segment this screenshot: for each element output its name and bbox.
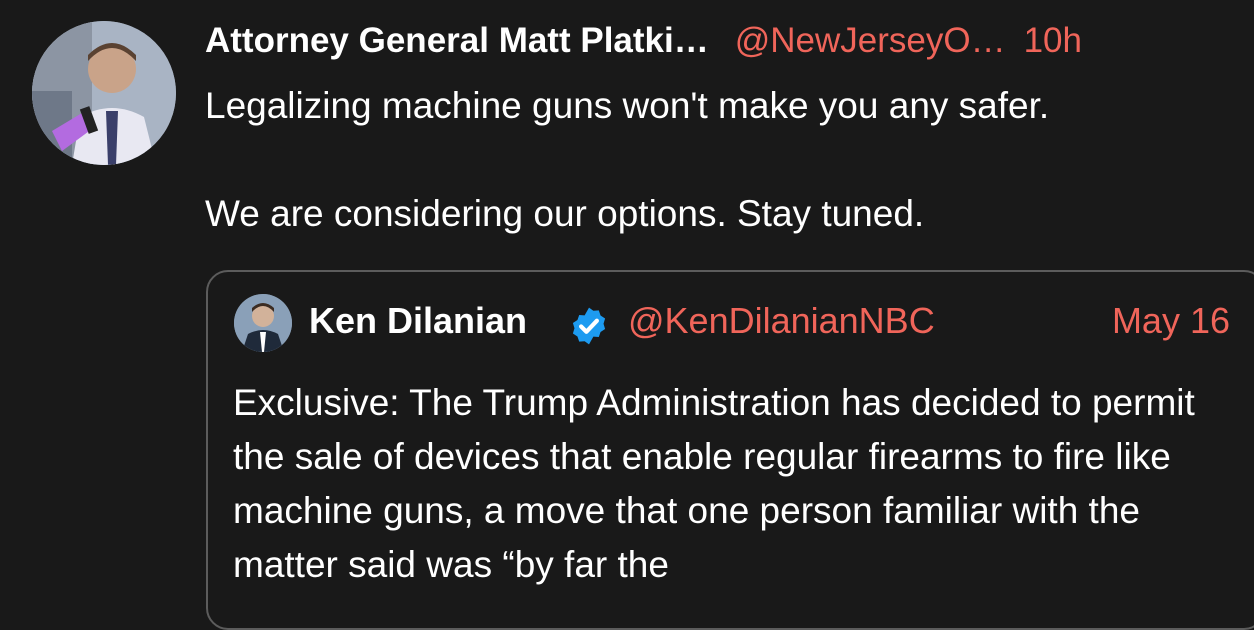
author-name[interactable]: Attorney General Matt Platki… (205, 21, 709, 60)
quoted-tweet-date[interactable]: May 16 (1112, 298, 1230, 344)
verified-badge-icon (572, 307, 606, 345)
tweet-header: Attorney General Matt Platki… @NewJerseyO… (205, 18, 1254, 64)
quoted-author-avatar-image (234, 294, 292, 352)
tweet-text: Legalizing machine guns won't make you a… (205, 84, 1245, 236)
quoted-tweet-text: Exclusive: The Trump Administration has … (233, 382, 1195, 585)
quoted-author-handle[interactable]: @KenDilanianNBC (628, 298, 935, 344)
tweet-timestamp[interactable]: 10h (1024, 21, 1082, 60)
author-handle[interactable]: @NewJerseyO… (735, 21, 1006, 60)
author-avatar-image (32, 21, 176, 165)
author-avatar[interactable] (32, 21, 176, 165)
quoted-tweet[interactable]: Ken Dilanian @KenDilanianNBC May 16 Excl… (206, 270, 1254, 630)
tweet-text-line: Legalizing machine guns won't make you a… (205, 85, 1050, 126)
tweet-text-line: We are considering our options. Stay tun… (205, 193, 925, 234)
quoted-author-avatar[interactable] (234, 294, 292, 352)
quoted-author-name[interactable]: Ken Dilanian (309, 298, 527, 344)
